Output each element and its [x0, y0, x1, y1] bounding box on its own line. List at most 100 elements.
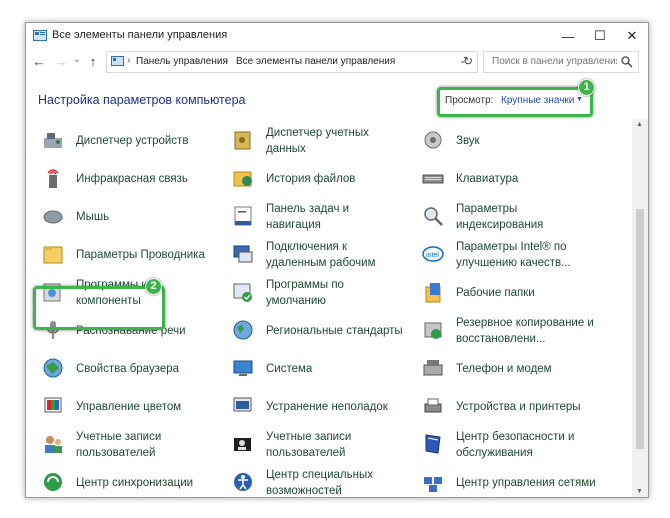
control-panel-item[interactable]: intel Параметры Intel® по улучшению качес… [422, 239, 612, 271]
control-panel-item[interactable]: Диспетчер учетных данных [232, 125, 422, 157]
troubleshooting-icon [233, 397, 252, 412]
control-panel-item[interactable]: Диспетчер устройств [42, 125, 232, 157]
sound-icon [424, 131, 442, 149]
item-label[interactable]: Центр управления сетями [456, 475, 596, 491]
control-panel-item[interactable]: Система [232, 353, 422, 385]
item-label[interactable]: Программы по умолчанию [266, 277, 344, 309]
scroll-down-icon[interactable]: ▼ [636, 488, 643, 495]
item-label[interactable]: Свойства браузера [76, 361, 179, 377]
item-label[interactable]: История файлов [266, 171, 355, 187]
keyboard-icon [422, 174, 444, 184]
item-label[interactable]: Параметры индексирования [456, 201, 543, 233]
sync-center-icon [44, 473, 62, 491]
control-panel-item[interactable]: История файлов [232, 163, 422, 195]
mouse-icon [43, 210, 63, 224]
item-label[interactable]: Региональные стандарты [266, 323, 403, 339]
item-label[interactable]: Учетные записи пользователей [266, 429, 351, 461]
control-panel-icon [111, 56, 124, 66]
device-manager-icon [44, 133, 62, 148]
item-label[interactable]: Панель задач и навигация [266, 201, 349, 233]
breadcrumb-all-items[interactable]: Все элементы панели управления [236, 56, 395, 67]
control-panel-item[interactable]: Региональные стандарты [232, 315, 422, 347]
item-label[interactable]: Устранение неполадок [266, 399, 388, 415]
control-panel-item[interactable]: Устранение неполадок [232, 391, 422, 423]
item-label[interactable]: Телефон и модем [456, 361, 552, 377]
accessibility-icon [234, 473, 252, 491]
item-label[interactable]: Рабочие папки [456, 285, 535, 301]
item-label[interactable]: Диспетчер учетных данных [266, 125, 369, 157]
item-label[interactable]: Клавиатура [456, 171, 518, 187]
item-label[interactable]: Мышь [76, 209, 109, 225]
view-by-value[interactable]: Крупные значки [501, 95, 574, 106]
scroll-up-icon[interactable]: ▲ [636, 121, 643, 128]
default-programs-icon [233, 283, 252, 302]
credential-manager-icon [234, 131, 251, 150]
navigation-bar: ← → ⌄ ↑ › Панель управления › Все элемен… [26, 50, 648, 74]
control-panel-item[interactable]: Учетные записи пользователей [232, 429, 422, 461]
item-label[interactable]: Центр безопасности и обслуживания [456, 429, 574, 461]
title-bar: Все элементы панели управления — ☐ ✕ [26, 23, 648, 49]
control-panel-item[interactable]: Инфракрасная связь [42, 163, 232, 195]
item-label[interactable]: Диспетчер устройств [76, 133, 188, 149]
up-arrow-icon[interactable]: ↑ [86, 54, 100, 69]
scrollbar-thumb[interactable] [636, 209, 644, 449]
control-panel-item[interactable]: Центр безопасности и обслуживания [422, 429, 612, 461]
control-panel-item[interactable]: Программы по умолчанию [232, 277, 422, 309]
control-panel-item[interactable]: Рабочие папки [422, 277, 612, 309]
explorer-options-icon [43, 246, 63, 264]
recent-locations-icon[interactable]: ⌄ [70, 54, 84, 65]
view-by-label: Просмотр: [445, 95, 494, 106]
control-panel-item[interactable]: Центр специальных возможностей [232, 467, 422, 497]
control-panel-item[interactable]: Свойства браузера [42, 353, 232, 385]
search-box[interactable] [483, 51, 639, 73]
control-panel-item[interactable]: Клавиатура [422, 163, 612, 195]
backup-icon [424, 322, 442, 339]
view-by-selector[interactable]: Просмотр: Крупные значки ▼ [437, 87, 593, 117]
item-label[interactable]: Управление цветом [76, 399, 181, 415]
control-panel-item[interactable]: Звук [422, 125, 612, 157]
item-label[interactable]: Параметры Проводника [76, 247, 205, 263]
item-label[interactable]: Звук [456, 133, 480, 149]
control-panel-item[interactable]: Параметры Проводника [42, 239, 232, 271]
refresh-icon[interactable]: ↻ [463, 54, 473, 68]
item-label[interactable]: Резервное копирование и восстановлени... [456, 315, 594, 347]
control-panel-item[interactable]: Мышь [42, 201, 232, 233]
control-panel-item[interactable]: Резервное копирование и восстановлени... [422, 315, 612, 347]
search-input[interactable] [490, 55, 619, 68]
control-panel-icon [33, 30, 47, 41]
user-accounts-2-icon [234, 438, 251, 451]
control-panel-item[interactable]: Устройства и принтеры [422, 391, 612, 423]
control-panel-item[interactable]: Учетные записи пользователей [42, 429, 232, 461]
item-label[interactable]: Подключения к удаленным рабочим [266, 239, 376, 271]
control-panel-item[interactable]: Подключения к удаленным рабочим [232, 239, 422, 271]
control-panel-item[interactable]: Параметры индексирования [422, 201, 612, 233]
region-icon [233, 320, 253, 340]
back-arrow-icon[interactable]: ← [32, 54, 46, 69]
breadcrumb-control-panel[interactable]: Панель управления [136, 56, 228, 67]
control-panel-item[interactable]: Центр управления сетями [422, 467, 612, 497]
item-label[interactable]: Центр синхронизации [76, 475, 193, 491]
control-panel-item[interactable]: Панель задач и навигация [232, 201, 422, 233]
minimize-button[interactable]: — [552, 23, 584, 49]
network-center-icon [424, 477, 442, 492]
vertical-scrollbar[interactable]: ▲ ▼ [632, 119, 648, 497]
address-bar[interactable]: › Панель управления › Все элементы панел… [106, 51, 478, 73]
control-panel-item[interactable]: Телефон и модем [422, 353, 612, 385]
item-label[interactable]: Центр специальных возможностей [266, 467, 373, 497]
control-panel-window: Все элементы панели управления — ☐ ✕ ← →… [25, 22, 649, 498]
control-panel-item[interactable]: Управление цветом [42, 391, 232, 423]
item-label[interactable]: Параметры Intel® по улучшению качеств... [456, 239, 571, 271]
maximize-button[interactable]: ☐ [584, 23, 616, 49]
intel-icon: intel [422, 246, 444, 262]
dropdown-caret-icon[interactable]: ▼ [576, 96, 583, 103]
search-icon[interactable] [621, 56, 633, 68]
item-label[interactable]: Устройства и принтеры [456, 399, 581, 415]
item-label[interactable]: Система [266, 361, 312, 377]
control-panel-item[interactable]: Центр синхронизации [42, 467, 232, 497]
close-button[interactable]: ✕ [616, 23, 648, 49]
remote-desktop-icon [233, 245, 253, 263]
item-label[interactable]: Учетные записи пользователей [76, 429, 161, 461]
item-label[interactable]: Инфракрасная связь [76, 171, 188, 187]
forward-arrow-icon[interactable]: → [54, 54, 68, 69]
annotation-highlight-programs [33, 286, 165, 330]
